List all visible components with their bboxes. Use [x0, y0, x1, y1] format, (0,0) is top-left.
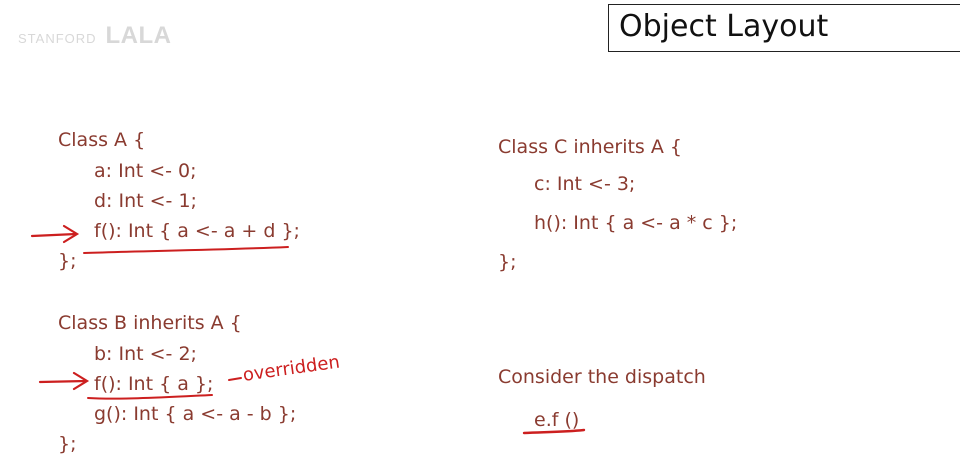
slide-title-box: Object Layout: [608, 4, 960, 52]
class-a-close: };: [58, 250, 77, 272]
overridden-dash: [228, 377, 242, 381]
class-a-header: Class A {: [58, 129, 146, 151]
class-c-close: };: [498, 251, 517, 273]
underline-b-f: [87, 394, 213, 400]
class-c-header: Class C inherits A {: [498, 136, 682, 158]
class-c-method-h: h(): Int { a <- a * c };: [534, 212, 738, 234]
dispatch-label: Consider the dispatch: [498, 366, 706, 388]
overridden-note: overridden: [241, 351, 342, 386]
underline-a-f: [83, 246, 289, 254]
class-a-field-d: d: Int <- 1;: [94, 190, 197, 212]
logo-small-text: STANFORD: [18, 31, 97, 46]
class-b-close: };: [58, 433, 77, 455]
arrow-to-b-f-icon: [38, 371, 90, 391]
arrow-to-a-f-icon: [30, 224, 80, 244]
class-c-field-c: c: Int <- 3;: [534, 173, 636, 195]
class-a-method-f: f(): Int { a <- a + d };: [94, 220, 300, 242]
class-b-field-b: b: Int <- 2;: [94, 343, 197, 365]
class-b-method-g: g(): Int { a <- a - b };: [94, 403, 297, 425]
logo-big-text: LALA: [105, 22, 172, 49]
class-b-header: Class B inherits A {: [58, 312, 242, 334]
class-a-field-a: a: Int <- 0;: [94, 160, 197, 182]
slide-title: Object Layout: [619, 9, 829, 44]
dispatch-expression: e.f (): [534, 409, 580, 431]
class-b-method-f: f(): Int { a };: [94, 373, 214, 395]
course-logo: STANFORD LALA: [18, 22, 171, 50]
